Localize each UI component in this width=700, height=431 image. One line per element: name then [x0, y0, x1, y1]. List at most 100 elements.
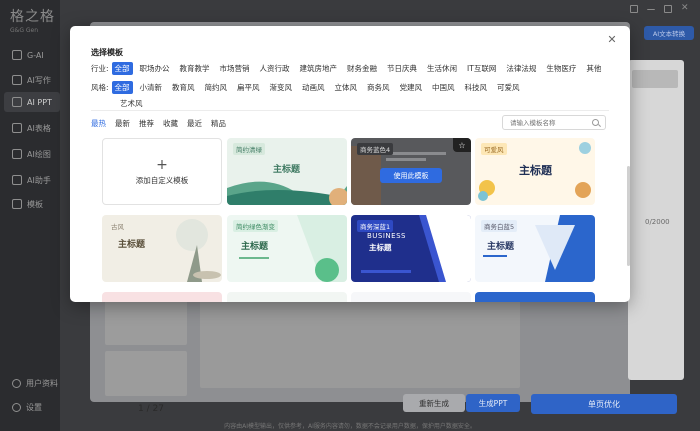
industry-chip[interactable]: 全部 [111, 62, 133, 75]
nav-label: 模板 [27, 199, 43, 209]
template-title: 主标题 [519, 164, 552, 177]
style-label: 风格: [91, 83, 109, 92]
style-chip[interactable]: 全部 [111, 81, 133, 94]
ai-text-convert-button[interactable]: AI文本转换 [644, 26, 694, 40]
template-card[interactable]: 简约绿色渐变 主标题 [227, 215, 347, 282]
minimize-icon[interactable] [647, 5, 655, 10]
nav-templates[interactable]: 模板 [4, 194, 60, 214]
star-icon[interactable]: ☆ [453, 138, 471, 152]
search-input[interactable] [510, 116, 590, 129]
style-chip[interactable]: 科技风 [462, 81, 491, 94]
slide-thumbnail[interactable] [105, 300, 187, 345]
scrollbar[interactable] [627, 166, 630, 266]
tab-recent[interactable]: 最近 [187, 118, 202, 129]
industry-chip[interactable]: 法律法规 [503, 62, 539, 75]
add-custom-label: 添加自定义模板 [135, 175, 189, 185]
template-card[interactable] [102, 292, 222, 302]
industry-chip[interactable]: 人资行政 [257, 62, 293, 75]
style-chip[interactable]: 小清新 [137, 81, 166, 94]
tab-hottest[interactable]: 最热 [91, 118, 106, 129]
text-input[interactable] [632, 70, 678, 88]
style-chip[interactable]: 扁平风 [234, 81, 263, 94]
nav-ai-writing[interactable]: AI写作 [4, 70, 60, 90]
ppt-icon [12, 97, 22, 107]
style-chip[interactable]: 动画风 [299, 81, 328, 94]
template-card[interactable]: 可爱风 主标题 [475, 138, 595, 205]
industry-chip[interactable]: 生活休闲 [424, 62, 460, 75]
style-filter: 风格: 全部 小清新 教育风 简约风 扁平风 渐变风 动画风 立体风 商务风 党… [91, 81, 561, 110]
tab-premium[interactable]: 精品 [211, 118, 226, 129]
template-title: 主标题 [273, 165, 301, 175]
nav-ai-drawing[interactable]: AI绘图 [4, 144, 60, 164]
bell-icon[interactable] [630, 5, 638, 13]
style-chip[interactable]: 立体风 [332, 81, 361, 94]
industry-chip[interactable]: 职场办公 [137, 62, 173, 75]
single-page-optimize-button[interactable]: 单页优化 [531, 394, 677, 414]
nav-label: AI助手 [27, 175, 51, 185]
user-profile[interactable]: 用户资料 [12, 378, 58, 389]
style-chip[interactable]: 党建风 [397, 81, 426, 94]
close-icon[interactable]: ✕ [606, 34, 618, 46]
restore-icon[interactable] [664, 5, 672, 13]
style-chip[interactable]: 商务风 [364, 81, 393, 94]
style-chip[interactable]: 可爱风 [494, 81, 523, 94]
style-chip[interactable]: 中国风 [429, 81, 458, 94]
search-icon[interactable] [592, 119, 599, 126]
settings[interactable]: 设置 [12, 402, 42, 413]
nav-g-ai[interactable]: G-AI [4, 45, 60, 65]
tab-favorites[interactable]: 收藏 [163, 118, 178, 129]
template-card[interactable]: 商务白蓝5 主标题 [475, 215, 595, 282]
slide-editor[interactable] [200, 300, 520, 388]
tab-recommended[interactable]: 推荐 [139, 118, 154, 129]
industry-chip[interactable]: 其他 [583, 62, 604, 75]
template-tag: 商务蓝色4 [357, 143, 394, 155]
template-card-hovered[interactable]: 商务蓝色4 ☆ 使用此模板 [351, 138, 471, 205]
template-icon [12, 199, 22, 209]
char-count: 0/2000 [645, 218, 670, 226]
template-title: 主标题 [487, 242, 515, 252]
use-template-button[interactable]: 使用此模板 [380, 168, 442, 183]
style-chip[interactable]: 简约风 [202, 81, 231, 94]
nav-label: G-AI [27, 50, 44, 60]
template-card[interactable] [475, 292, 595, 302]
template-card[interactable]: 古风 主标题 [102, 215, 222, 282]
nav-ai-ppt[interactable]: AI PPT [4, 92, 60, 112]
g-ai-icon [12, 50, 22, 60]
style-chip[interactable]: 艺术风 [117, 97, 146, 110]
template-card[interactable] [227, 292, 347, 302]
brand-subtitle: G&G Gen [10, 27, 39, 34]
add-custom-template-card[interactable]: + 添加自定义模板 [102, 138, 222, 205]
close-window-icon[interactable]: ✕ [681, 4, 689, 13]
table-icon [12, 123, 22, 133]
nav-ai-assistant[interactable]: AI助手 [4, 170, 60, 190]
generate-ppt-button[interactable]: 生成PPT [466, 394, 520, 412]
nav-ai-table[interactable]: AI表格 [4, 118, 60, 138]
industry-chip[interactable]: 教育教学 [177, 62, 213, 75]
industry-chip[interactable]: 建筑房地产 [297, 62, 341, 75]
template-search [502, 115, 606, 130]
assistant-icon [12, 175, 22, 185]
style-chip[interactable]: 渐变风 [267, 81, 296, 94]
slide-thumbnail[interactable] [105, 351, 187, 396]
industry-chip[interactable]: 财务金融 [344, 62, 380, 75]
sidebar: 格之格 G&G Gen G-AI AI写作 AI PPT AI表格 AI绘图 A… [0, 0, 60, 431]
template-card[interactable] [351, 292, 471, 302]
page-indicator: 1 / 27 [138, 404, 164, 414]
drawing-icon [12, 149, 22, 159]
writing-icon [12, 75, 22, 85]
window-titlebar: ✕ [60, 0, 700, 18]
tab-newest[interactable]: 最新 [115, 118, 130, 129]
industry-chip[interactable]: 生物医疗 [543, 62, 579, 75]
industry-chip[interactable]: IT互联网 [464, 62, 499, 75]
industry-chip[interactable]: 市场营销 [217, 62, 253, 75]
template-card[interactable]: 简约清绿 主标题 [227, 138, 347, 205]
template-tag: 简约绿色渐变 [233, 220, 278, 232]
industry-filter: 行业: 全部 职场办公 教育教学 市场营销 人资行政 建筑房地产 财务金融 节日… [91, 62, 621, 75]
template-card[interactable]: 商务深蓝1 BUSINESS 主标题 [351, 215, 471, 282]
industry-chip[interactable]: 节日庆典 [384, 62, 420, 75]
template-title: 主标题 [241, 242, 269, 252]
gear-icon [12, 403, 21, 412]
style-chip[interactable]: 教育风 [169, 81, 198, 94]
divider [91, 110, 609, 111]
regenerate-button[interactable]: 重新生成 [403, 394, 465, 412]
